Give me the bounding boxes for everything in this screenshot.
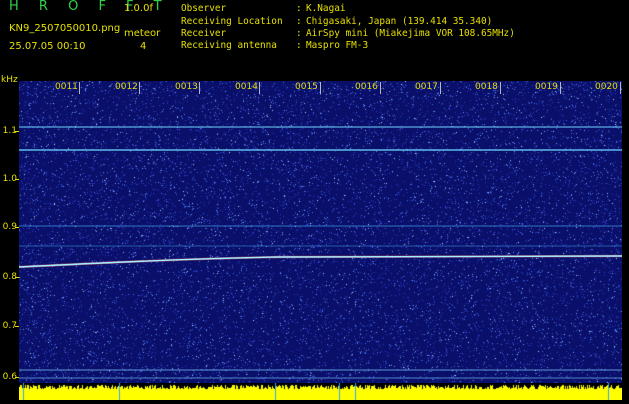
x-tick-label: 0017 xyxy=(415,82,438,92)
x-tick-label: 0016 xyxy=(355,82,378,92)
spectrogram-plot xyxy=(19,81,622,383)
x-tick-label: 0014 xyxy=(235,82,258,92)
location-value: Chigasaki, Japan (139.414 35.340) xyxy=(306,16,493,27)
x-tick-label: 0011 xyxy=(55,82,78,92)
observer-separator: : xyxy=(296,3,302,14)
x-tick-label: 0020 xyxy=(595,82,618,92)
time-gridline xyxy=(500,82,501,94)
time-gridline xyxy=(380,82,381,94)
observer-label: Observer xyxy=(181,3,227,14)
receiver-value: AirSpy mini (Miakejima VOR 108.65MHz) xyxy=(306,28,515,39)
location-separator: : xyxy=(296,16,302,27)
time-gridline xyxy=(259,82,260,94)
antenna-separator: : xyxy=(296,40,302,51)
header-panel: H R O F F T 1.0.0f KN9_2507050010.png me… xyxy=(0,0,629,74)
mode-label: meteor xyxy=(124,28,161,39)
time-gridline xyxy=(139,82,140,94)
antenna-value: Maspro FM-3 xyxy=(306,40,369,51)
datetime-label: 25.07.05 00:10 xyxy=(9,41,86,52)
x-tick-label: 0013 xyxy=(175,82,198,92)
location-label: Receiving Location xyxy=(181,16,283,27)
x-tick-label: 0015 xyxy=(295,82,318,92)
filename-label: KN9_2507050010.png xyxy=(9,23,121,34)
observer-value: K.Nagai xyxy=(306,3,346,14)
time-gridline xyxy=(320,82,321,94)
time-gridline xyxy=(560,82,561,94)
receiver-separator: : xyxy=(296,28,302,39)
receiver-label: Receiver xyxy=(181,28,227,39)
power-bar xyxy=(19,383,622,400)
version-label: 1.0.0f xyxy=(124,3,153,14)
y-axis: 1.1 1.0 0.9 0.8 0.7 0.6 xyxy=(0,81,19,383)
signal-trace-glow xyxy=(19,254,622,269)
x-tick-label: 0018 xyxy=(475,82,498,92)
time-gridline xyxy=(199,82,200,94)
antenna-label: Receiving antenna xyxy=(181,40,277,51)
x-tick-label: 0012 xyxy=(115,82,138,92)
x-tick-label: 0019 xyxy=(535,82,558,92)
time-gridline xyxy=(79,82,80,94)
power-bar-canvas xyxy=(19,383,622,400)
time-gridline xyxy=(620,82,621,94)
time-gridline xyxy=(440,82,441,94)
param-label: 4 xyxy=(140,41,147,52)
spectrogram-traces xyxy=(19,126,622,379)
